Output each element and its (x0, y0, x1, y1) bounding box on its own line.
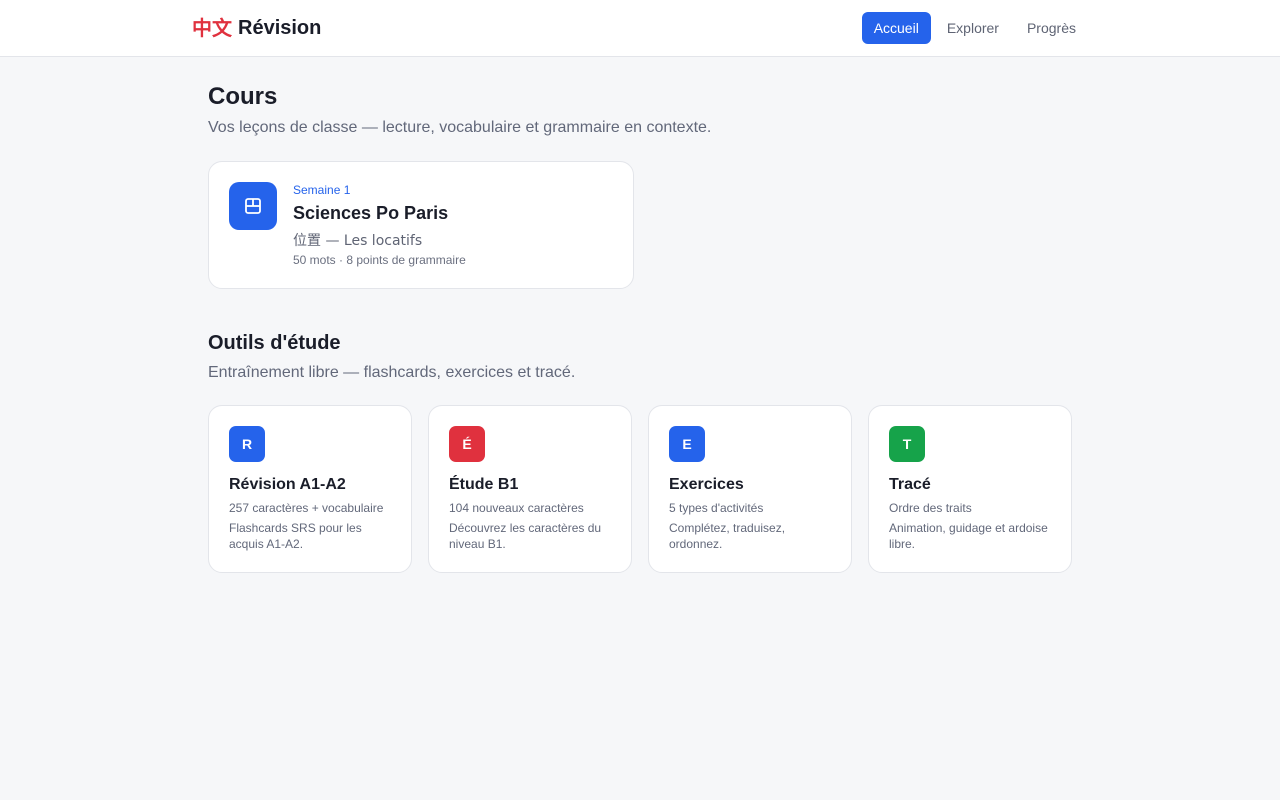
course-card[interactable]: Semaine 1 Sciences Po Paris 位置 — Les loc… (208, 161, 634, 289)
tool-meta: 5 types d'activités (669, 501, 764, 515)
courses-title: Cours (208, 83, 278, 110)
tool-meta: Ordre des traits (889, 501, 972, 515)
tool-description: Flashcards SRS pour les acquis A1-A2. (229, 521, 362, 551)
tool-name: Étude B1 (449, 476, 519, 493)
tool-badge: É (449, 426, 485, 462)
tool-meta: 104 nouveaux caractères (449, 501, 584, 515)
top-bar: 中文 Révision Accueil Explorer Progrès (0, 0, 1280, 57)
tool-card-exercices[interactable]: E Exercices 5 types d'activités Compléte… (648, 405, 852, 573)
nav-explorer[interactable]: Explorer (935, 12, 1011, 44)
tool-name: Révision A1-A2 (229, 476, 346, 493)
tool-description: Découvrez les caractères du niveau B1. (449, 521, 602, 551)
main-nav: Accueil Explorer Progrès (861, 12, 1088, 44)
tool-badge: E (669, 426, 705, 462)
tool-description: Complétez, traduisez, ordonnez. (669, 521, 786, 551)
logo-chinese-text: 中文 (192, 16, 232, 40)
tools-title: Outils d'étude (208, 332, 341, 354)
tools-grid: R Révision A1-A2 257 caractères + vocabu… (208, 405, 1072, 573)
tool-card-revision[interactable]: R Révision A1-A2 257 caractères + vocabu… (208, 405, 412, 573)
tool-name: Tracé (889, 476, 931, 493)
tool-badge: R (229, 426, 265, 462)
course-week: Semaine 1 (293, 183, 351, 197)
tools-subtitle: Entraînement libre — flashcards, exercic… (208, 364, 576, 381)
tool-description: Animation, guidage et ardoise libre. (889, 521, 1048, 551)
tool-badge: T (889, 426, 925, 462)
tool-meta: 257 caractères + vocabulaire (229, 501, 384, 515)
tool-card-trace[interactable]: T Tracé Ordre des traits Animation, guid… (868, 405, 1072, 573)
nav-progres[interactable]: Progrès (1015, 12, 1088, 44)
book-icon (229, 182, 277, 230)
course-meta: 50 mots · 8 points de grammaire (293, 253, 466, 267)
logo-title: Révision (238, 17, 322, 39)
course-name: Sciences Po Paris (293, 203, 449, 223)
course-topic: 位置 — Les locatifs (293, 233, 423, 249)
tool-name: Exercices (669, 476, 744, 493)
app-logo[interactable]: 中文 Révision (192, 15, 321, 41)
tool-card-etude[interactable]: É Étude B1 104 nouveaux caractères Décou… (428, 405, 632, 573)
courses-subtitle: Vos leçons de classe — lecture, vocabula… (208, 119, 712, 136)
nav-accueil[interactable]: Accueil (861, 12, 931, 44)
